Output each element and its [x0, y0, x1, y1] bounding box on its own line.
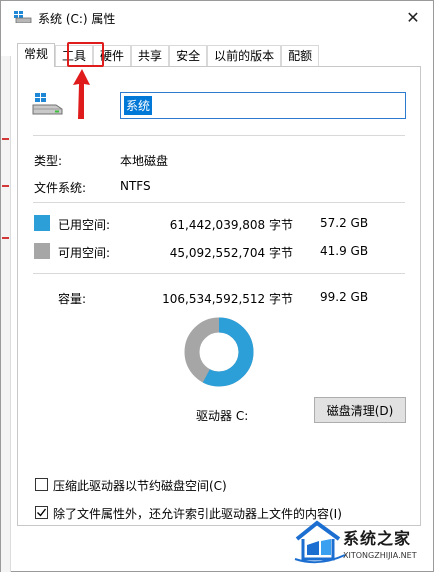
drive-icon	[14, 11, 32, 23]
window-title: 系统 (C:) 属性	[38, 12, 116, 26]
free-space-gb: 41.9 GB	[320, 244, 369, 258]
background-mark	[2, 138, 9, 140]
type-value: 本地磁盘	[120, 154, 169, 168]
tab-previous-versions[interactable]: 以前的版本	[207, 45, 282, 67]
title-bar: 系统 (C:) 属性 ✕	[1, 1, 433, 33]
index-checkbox[interactable]	[35, 506, 48, 519]
background-mark	[2, 185, 9, 187]
drive-name-input[interactable]: 系统	[120, 92, 406, 119]
free-space-bytes: 45,092,552,704 字节	[169, 246, 293, 260]
tab-general[interactable]: 常规	[17, 43, 56, 67]
compress-checkbox[interactable]	[35, 478, 48, 491]
drive-letter-label: 驱动器 C:	[196, 409, 249, 423]
background-mark	[2, 237, 9, 239]
free-space-label: 可用空间:	[58, 246, 111, 260]
usage-donut-chart	[184, 317, 254, 387]
compress-label[interactable]: 压缩此驱动器以节约磁盘空间(C)	[53, 477, 227, 494]
tab-hardware[interactable]: 硬件	[93, 45, 132, 67]
filesystem-label: 文件系统:	[34, 181, 87, 195]
site-watermark: 系统之家 XITONGZHIJIA.NET	[293, 515, 431, 569]
tab-security[interactable]: 安全	[169, 45, 208, 67]
capacity-label: 容量:	[58, 292, 87, 306]
properties-window: 系统 (C:) 属性 ✕ 常规 工具 硬件 共享 安全 以前的版本 配额 系统 …	[0, 0, 434, 572]
separator	[33, 273, 405, 274]
used-space-label: 已用空间:	[58, 218, 111, 232]
used-space-swatch	[34, 215, 50, 231]
drive-icon	[32, 93, 63, 115]
watermark-title: 系统之家	[343, 529, 412, 548]
background-window-edge	[1, 56, 11, 572]
house-logo-icon	[294, 520, 346, 564]
tab-tools[interactable]: 工具	[55, 45, 94, 67]
checkmark-icon	[37, 508, 47, 517]
watermark-url: XITONGZHIJIA.NET	[343, 551, 417, 560]
red-arrow-annotation	[73, 69, 90, 119]
type-label: 类型:	[34, 154, 63, 168]
capacity-gb: 99.2 GB	[320, 290, 369, 304]
tab-sharing[interactable]: 共享	[131, 45, 170, 67]
filesystem-value: NTFS	[120, 179, 151, 193]
tab-strip: 常规 工具 硬件 共享 安全 以前的版本 配额	[17, 43, 320, 67]
separator	[33, 202, 405, 203]
capacity-bytes: 106,534,592,512 字节	[162, 292, 293, 306]
used-space-gb: 57.2 GB	[320, 216, 369, 230]
used-space-bytes: 61,442,039,808 字节	[169, 218, 293, 232]
drive-name-value[interactable]: 系统	[124, 96, 153, 115]
separator	[33, 135, 405, 136]
disk-cleanup-button[interactable]: 磁盘清理(D)	[314, 397, 406, 423]
free-space-swatch	[34, 243, 50, 259]
close-button[interactable]: ✕	[393, 1, 433, 33]
close-icon: ✕	[406, 7, 420, 27]
tab-quota[interactable]: 配额	[281, 45, 320, 67]
